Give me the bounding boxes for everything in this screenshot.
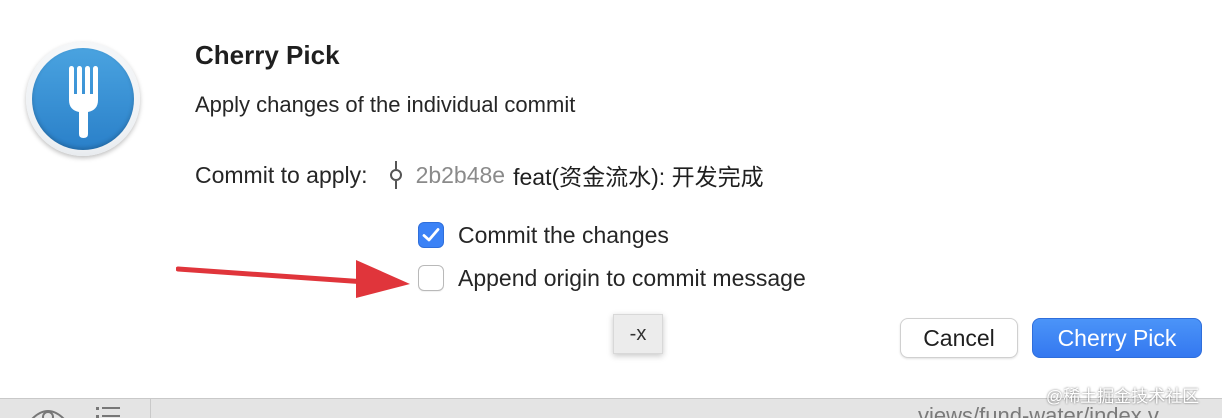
dialog-title: Cherry Pick [195,40,340,70]
commit-changes-checkbox[interactable] [418,222,444,248]
commit-to-apply-label: Commit to apply: [195,161,368,188]
commit-message: feat(资金流水): 开发完成 [513,164,764,190]
option-flag-tooltip: -x [613,314,663,354]
commit-hash: 2b2b48e [415,161,506,188]
annotation-arrow-icon [176,260,410,298]
list-icon[interactable] [94,401,122,418]
commit-icon [388,161,404,189]
append-origin-option[interactable]: Append origin to commit message [418,263,806,293]
commit-changes-label: Commit the changes [458,221,669,248]
eye-icon[interactable] [30,401,66,418]
cherry-pick-dialog: Cherry Pick Apply changes of the individ… [0,0,1222,398]
toolbar-divider [150,399,151,418]
watermark: @稀土掘金技术社区 [1046,387,1200,406]
commit-to-apply-row: Commit to apply: 2b2b48e feat(资金流水): 开发完… [195,158,764,192]
fork-app-icon [26,42,140,156]
append-origin-checkbox[interactable] [418,265,444,291]
dialog-subtitle: Apply changes of the individual commit [195,92,576,117]
cancel-button[interactable]: Cancel [900,318,1018,358]
background-toolbar: views/fund-water/index.v [0,398,1222,418]
append-origin-label: Append origin to commit message [458,264,806,291]
cherry-pick-button[interactable]: Cherry Pick [1032,318,1202,358]
commit-changes-option[interactable]: Commit the changes [418,220,669,250]
